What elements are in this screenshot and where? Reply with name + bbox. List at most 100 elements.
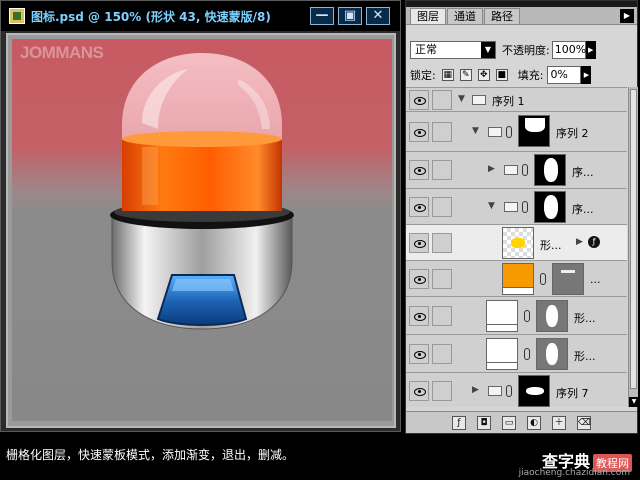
chain-icon <box>524 348 530 360</box>
opacity-input[interactable]: 100% <box>551 41 586 59</box>
mask-icon[interactable]: ◘ <box>477 415 491 430</box>
layer-name: ... <box>590 273 601 286</box>
artboard[interactable]: JOMMANS <box>12 39 392 421</box>
layer-thumbnail[interactable] <box>486 338 518 370</box>
lock-label: 锁定: <box>410 69 436 82</box>
layer-name: 序... <box>572 166 594 179</box>
chain-icon <box>506 126 512 138</box>
expand-triangle-icon[interactable]: ▼ <box>458 94 465 104</box>
layer-row[interactable]: 形... <box>406 335 627 373</box>
eye-icon[interactable] <box>409 160 429 180</box>
mask-thumbnail[interactable] <box>518 375 550 407</box>
scroll-down-arrow[interactable]: ▼ <box>629 397 639 407</box>
folder-icon <box>472 95 486 105</box>
tab-layers[interactable]: 图层 <box>410 8 446 24</box>
layer-row[interactable]: ... <box>406 261 627 297</box>
eye-icon[interactable] <box>409 306 429 326</box>
tab-paths[interactable]: 路径 <box>484 8 520 24</box>
fill-input[interactable]: 0% <box>547 66 582 84</box>
tutorial-caption: 栅格化图层，快速蒙板模式，添加渐变，退出，删减。 <box>6 448 295 462</box>
psd-file-icon <box>9 8 25 24</box>
new-group-icon[interactable]: ▭ <box>502 415 516 430</box>
layer-link-box[interactable] <box>432 90 452 110</box>
layer-thumbnail[interactable] <box>502 227 534 259</box>
tab-channels[interactable]: 通道 <box>447 8 483 24</box>
document-title: 图标.psd @ 150% (形状 43, 快速蒙版/8) <box>31 9 271 24</box>
expand-triangle-icon[interactable]: ▼ <box>472 126 479 136</box>
blend-mode-select[interactable]: 正常 ▼ <box>410 41 496 59</box>
layer-row[interactable]: 形... <box>406 297 627 335</box>
eye-icon[interactable] <box>409 233 429 253</box>
fill-slider-button[interactable]: ▶ <box>581 66 592 84</box>
expand-triangle-icon[interactable]: ▼ <box>488 201 495 211</box>
canvas-area[interactable]: JOMMANS <box>6 33 396 428</box>
layer-row[interactable]: ▼ 序... <box>406 189 627 225</box>
mask-thumbnail[interactable] <box>534 191 566 223</box>
opacity-slider-button[interactable]: ▶ <box>585 41 596 59</box>
document-titlebar[interactable]: 图标.psd @ 150% (形状 43, 快速蒙版/8) — ▣ ✕ <box>1 1 400 31</box>
layer-row[interactable]: ▶ 序... <box>406 152 627 189</box>
site-url: jiaocheng.chazidian.com <box>518 468 630 478</box>
layer-name: 形... <box>574 350 596 363</box>
chain-icon <box>506 385 512 397</box>
caption-bar: 栅格化图层，快速蒙板模式，添加渐变，退出，删减。 查字典 教程网 jiaochen… <box>0 436 640 480</box>
lock-pixels-icon[interactable]: ✎ <box>459 69 472 81</box>
layer-row-selected[interactable]: 形... ▶ ƒ <box>406 225 627 261</box>
layer-row[interactable]: ▼ 序列 2 <box>406 112 627 152</box>
panel-tabs: 图层 通道 路径 ▶ <box>406 7 637 25</box>
adjustment-icon[interactable]: ◐ <box>527 415 541 430</box>
layer-link-box[interactable] <box>432 197 452 217</box>
opacity-label: 不透明度: <box>502 44 550 57</box>
eye-icon[interactable] <box>409 344 429 364</box>
lock-transparency-icon[interactable]: ▦ <box>441 69 454 81</box>
trash-icon[interactable]: ⌫ <box>577 415 591 430</box>
folder-icon <box>488 127 502 137</box>
panel-menu-button[interactable]: ▶ <box>620 9 634 23</box>
mask-thumbnail[interactable] <box>536 338 568 370</box>
layer-link-box[interactable] <box>432 269 452 289</box>
folder-icon <box>488 386 502 396</box>
eye-icon[interactable] <box>409 197 429 217</box>
mask-thumbnail[interactable] <box>552 263 584 295</box>
eye-icon[interactable] <box>409 381 429 401</box>
layer-thumbnail[interactable] <box>486 300 518 332</box>
layer-name: 形... <box>540 239 562 252</box>
mask-thumbnail[interactable] <box>534 154 566 186</box>
mask-thumbnail[interactable] <box>536 300 568 332</box>
collapsed-triangle-icon[interactable]: ▶ <box>488 164 495 174</box>
close-button[interactable]: ✕ <box>366 7 390 25</box>
lock-row: 锁定: ▦ ✎ ✥ ■ 填充: 0% ▶ <box>410 65 635 85</box>
fill-label: 填充: <box>517 69 544 82</box>
collapsed-triangle-icon[interactable]: ▶ <box>472 385 479 395</box>
layer-style-icon[interactable]: ƒ <box>452 415 466 430</box>
eye-icon[interactable] <box>409 90 429 110</box>
effects-triangle-icon[interactable]: ▶ <box>576 237 583 247</box>
scrollbar-thumb[interactable] <box>630 89 637 389</box>
layer-link-box[interactable] <box>432 344 452 364</box>
layer-effects-icon[interactable]: ƒ <box>588 236 600 248</box>
layer-thumbnail[interactable] <box>502 263 534 295</box>
panel-footer: ƒ ◘ ▭ ◐ ＋ ⌫ <box>406 411 637 433</box>
eye-icon[interactable] <box>409 122 429 142</box>
layer-link-box[interactable] <box>432 306 452 326</box>
eye-icon[interactable] <box>409 269 429 289</box>
new-layer-icon[interactable]: ＋ <box>552 415 566 430</box>
layer-link-box[interactable] <box>432 381 452 401</box>
layer-link-box[interactable] <box>432 160 452 180</box>
chain-icon <box>522 201 528 213</box>
layer-row[interactable]: ▶ 序列 7 <box>406 373 627 407</box>
layers-scrollbar[interactable]: ▼ <box>628 87 639 407</box>
lock-position-icon[interactable]: ✥ <box>477 69 490 81</box>
layer-row[interactable]: ▼ 序列 1 <box>406 88 627 112</box>
layer-link-box[interactable] <box>432 233 452 253</box>
mask-thumbnail[interactable] <box>518 115 550 147</box>
layer-name: 序列 2 <box>556 127 589 140</box>
layer-link-box[interactable] <box>432 122 452 142</box>
maximize-button[interactable]: ▣ <box>338 7 362 25</box>
chain-icon <box>524 310 530 322</box>
blend-row: 正常 ▼ 不透明度: 100% ▶ <box>410 39 635 61</box>
lock-all-icon[interactable]: ■ <box>495 69 508 81</box>
minimize-button[interactable]: — <box>310 7 334 25</box>
capsule-illustration <box>110 53 294 330</box>
chain-icon <box>522 164 528 176</box>
